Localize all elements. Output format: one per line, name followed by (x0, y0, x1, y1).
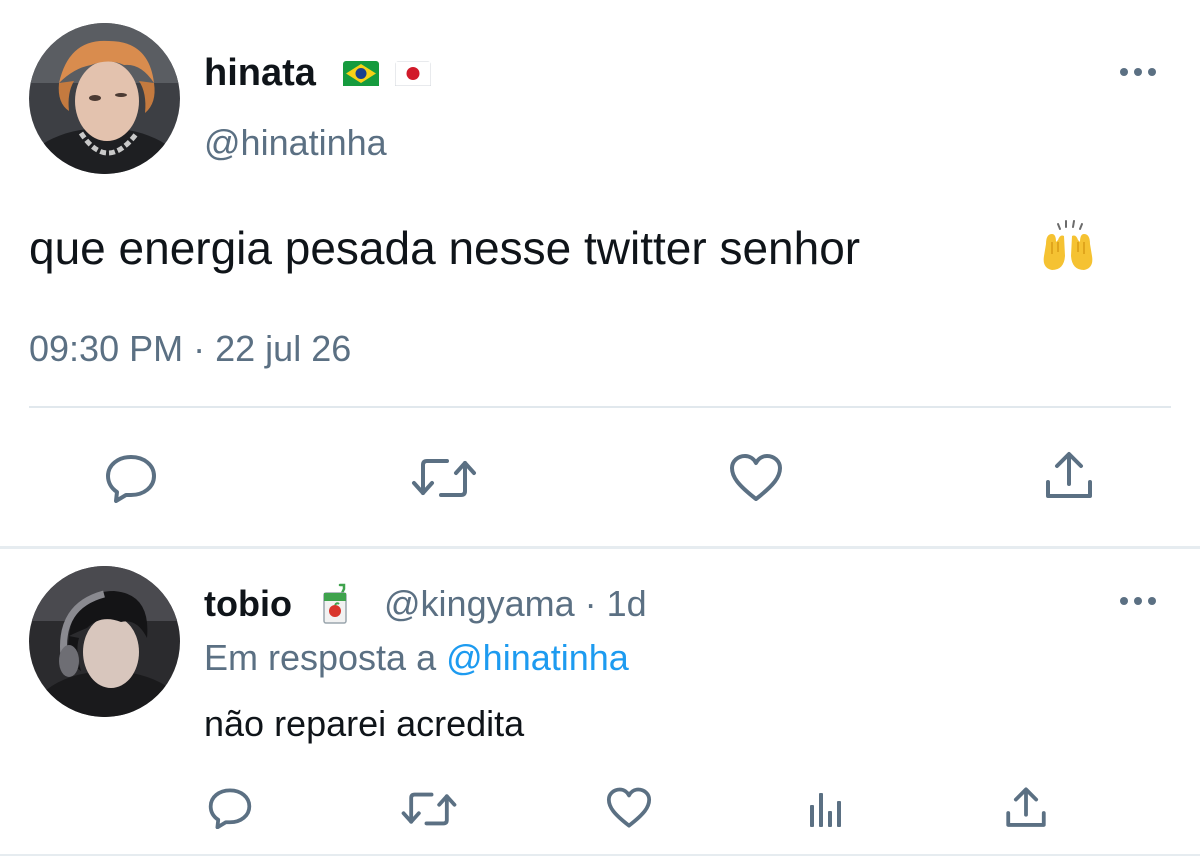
handle[interactable]: @kingyama (384, 583, 575, 624)
tweet-text: que energia pesada nesse twitter senhor (29, 220, 860, 276)
avatar-tobio[interactable] (29, 566, 180, 717)
tweet-date: 22 jul 26 (215, 328, 352, 369)
separator-dot: · (584, 583, 597, 624)
display-name[interactable]: hinata (204, 50, 316, 96)
retweet-icon[interactable] (401, 789, 457, 829)
juice-box-icon (318, 583, 352, 630)
raised-hands-emoji (1038, 220, 1098, 281)
retweet-icon[interactable] (411, 455, 477, 501)
reply-header: tobio (204, 582, 292, 626)
reply-to-link[interactable]: @hinatinha (446, 637, 629, 678)
more-options-icon[interactable] (1118, 64, 1158, 80)
display-name[interactable]: tobio (204, 583, 292, 624)
more-options-icon[interactable] (1118, 593, 1158, 609)
reply-icon[interactable] (207, 787, 253, 829)
share-icon[interactable] (1004, 786, 1048, 830)
japan-flag-icon (395, 61, 431, 91)
tweet-separator (0, 546, 1200, 549)
reply-text: não reparei acredita (204, 703, 525, 744)
like-icon[interactable] (728, 453, 784, 503)
analytics-icon[interactable] (806, 789, 846, 829)
share-icon[interactable] (1043, 450, 1095, 502)
tweet-timestamp[interactable]: 09:30 PM · 22 jul 26 (29, 327, 351, 371)
reply-prefix: Em resposta a (204, 637, 437, 678)
brazil-flag-icon (343, 61, 379, 91)
divider (29, 406, 1171, 408)
reply-context: Em resposta a @hinatinha (204, 636, 629, 680)
separator-dot: · (193, 328, 206, 369)
avatar-hinata[interactable] (29, 23, 180, 174)
like-icon[interactable] (605, 787, 653, 829)
tweet-text-body: que energia pesada nesse twitter senhor (29, 222, 861, 274)
reply-icon[interactable] (104, 453, 158, 503)
bottom-divider (0, 854, 1200, 856)
tweet-age[interactable]: 1d (607, 583, 647, 624)
tweet-time: 09:30 PM (29, 328, 184, 369)
handle[interactable]: @hinatinha (204, 121, 387, 165)
reply-meta: @kingyama · 1d (384, 582, 647, 626)
